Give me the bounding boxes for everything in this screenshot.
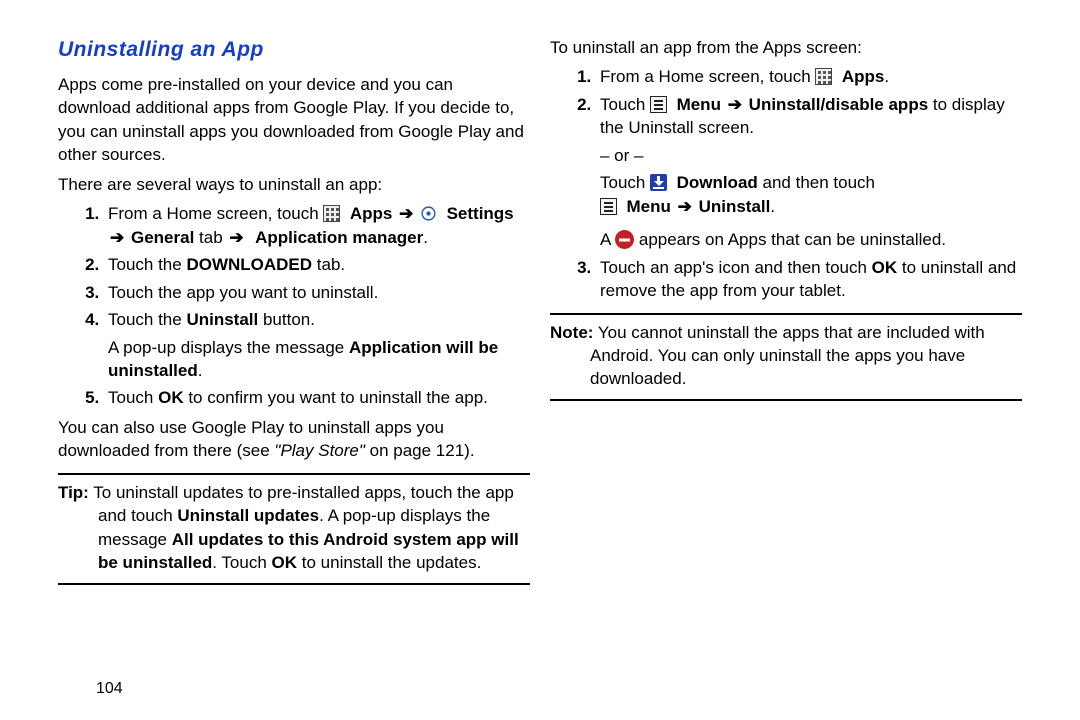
app-manager-label: Application manager [250,228,423,247]
text: . [198,361,203,380]
arrow-icon: ➔ [227,228,245,247]
text: and then touch [763,173,875,192]
lead-paragraph: To uninstall an app from the Apps screen… [550,36,1022,59]
arrow-icon: ➔ [676,197,694,216]
uninstall-disable-label: Uninstall/disable apps [749,95,929,114]
text: You cannot uninstall the apps that are i… [590,323,985,389]
text: From a Home screen, touch [108,204,323,223]
uninstall-label: Uninstall [699,197,771,216]
right-column: To uninstall an app from the Apps screen… [550,36,1022,700]
step-2-result: A appears on Apps that can be uninstalle… [600,228,1022,251]
uninstall-updates-label: Uninstall updates [177,506,319,525]
text: A pop-up displays the message [108,338,349,357]
note-label: Note: [550,323,593,342]
left-column: Uninstalling an App Apps come pre-instal… [58,36,530,700]
text: Touch the [108,310,186,329]
steps-list-left: From a Home screen, touch Apps ➔ Setting… [58,202,530,410]
apps-label: Apps [345,204,392,223]
text: . [770,197,775,216]
step-1: From a Home screen, touch Apps. [596,65,1022,88]
text: tab [199,228,227,247]
text: to uninstall the updates. [297,553,481,572]
general-label: General [131,228,194,247]
uninstall-label: Uninstall [186,310,258,329]
section-heading: Uninstalling an App [58,36,530,65]
arrow-icon: ➔ [108,228,126,247]
note-box: Note: You cannot uninstall the apps that… [550,313,1022,401]
text: . [423,228,428,247]
step-2-alt: Touch Download and then touch Menu ➔ Uni… [600,171,1022,218]
menu-icon [650,96,667,113]
step-2: Touch the DOWNLOADED tab. [104,253,530,276]
menu-label: Menu [672,95,721,114]
tip-label: Tip: [58,483,89,502]
note-content: Note: You cannot uninstall the apps that… [550,321,1022,391]
step-1: From a Home screen, touch Apps ➔ Setting… [104,202,530,249]
manual-page: Uninstalling an App Apps come pre-instal… [0,0,1080,720]
text: Touch [600,173,650,192]
step-3: Touch an app's icon and then touch OK to… [596,256,1022,303]
tip-content: Tip: To uninstall updates to pre-install… [58,481,530,575]
or-text: – or – [600,144,1022,167]
apps-icon [323,205,340,222]
text: button. [258,310,315,329]
after-paragraph: You can also use Google Play to uninstal… [58,416,530,463]
step-2: Touch Menu ➔ Uninstall/disable apps to d… [596,93,1022,252]
intro-paragraph: Apps come pre-installed on your device a… [58,73,530,167]
ok-label: OK [872,258,898,277]
text: From a Home screen, touch [600,67,815,86]
ok-label: OK [158,388,184,407]
download-icon [650,174,667,191]
ok-label: OK [272,553,298,572]
menu-label: Menu [622,197,671,216]
text: on page 121). [365,441,475,460]
text: to confirm you want to uninstall the app… [184,388,488,407]
text: A [600,230,615,249]
downloaded-label: DOWNLOADED [186,255,312,274]
step-4: Touch the Uninstall button. A pop-up dis… [104,308,530,382]
menu-icon [600,198,617,215]
text: . Touch [212,553,271,572]
text: . [884,67,889,86]
text: Touch the [108,255,186,274]
text: Touch an app's icon and then touch [600,258,872,277]
download-label: Download [672,173,758,192]
apps-icon [815,68,832,85]
page-number: 104 [96,680,123,698]
arrow-icon: ➔ [397,204,415,223]
steps-list-right: From a Home screen, touch Apps. Touch Me… [550,65,1022,302]
settings-label: Settings [442,204,514,223]
minus-circle-icon [615,230,634,249]
text: Touch [600,95,650,114]
text: Touch [108,388,158,407]
text: tab. [312,255,345,274]
apps-label: Apps [837,67,884,86]
arrow-icon: ➔ [726,95,744,114]
text: appears on Apps that can be uninstalled. [639,230,946,249]
play-store-ref: "Play Store" [274,441,365,460]
lead-paragraph: There are several ways to uninstall an a… [58,173,530,196]
step-3: Touch the app you want to uninstall. [104,281,530,304]
step-4-sub: A pop-up displays the message Applicatio… [108,336,530,383]
settings-icon [420,205,437,222]
tip-box: Tip: To uninstall updates to pre-install… [58,473,530,585]
step-5: Touch OK to confirm you want to uninstal… [104,386,530,409]
